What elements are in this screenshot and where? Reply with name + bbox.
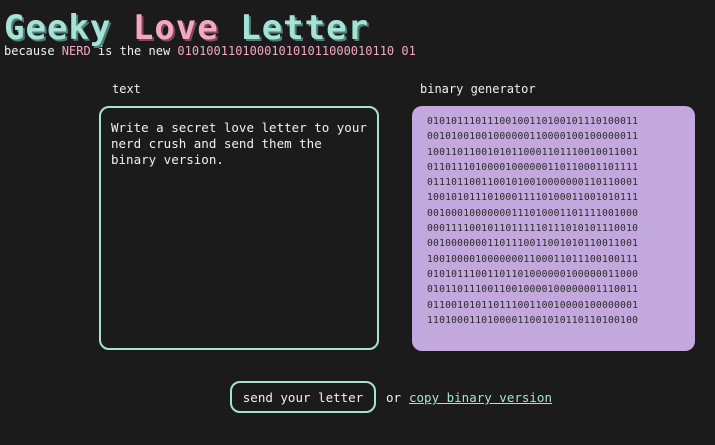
binary-line: 10010000100000001100011011100100111 xyxy=(427,253,639,265)
binary-line: 00101001001000000110000100100000011 xyxy=(427,131,639,143)
binary-line: 01010111001101101000000100000011000 xyxy=(427,268,639,280)
title-word-geeky: Geeky xyxy=(4,8,112,48)
subtitle-mid: is the new xyxy=(90,44,178,58)
binary-line: 00100000001101110011001010110011001 xyxy=(427,238,639,250)
page-title: Geeky Love Letter xyxy=(4,8,369,48)
text-panel-label: text xyxy=(112,82,141,96)
binary-output: 01010111011100100110100101110100011 00101… xyxy=(412,106,695,351)
binary-line: 01010111011100100110100101110100011 xyxy=(427,116,639,127)
binary-line: 10010101110100011110100011001010111 xyxy=(427,192,639,204)
binary-panel-label: binary generator xyxy=(420,82,536,96)
binary-line: 01110110011001010010000000110110001 xyxy=(427,177,639,189)
binary-line: 01100101011011100110010000100000001 xyxy=(427,299,639,311)
binary-line: 01101110100001000000110110001101111 xyxy=(427,161,639,173)
title-word-love: Love xyxy=(132,8,219,48)
subtitle: because NERD is the new 0101001101000101… xyxy=(4,44,416,58)
title-word-letter: Letter xyxy=(240,8,370,48)
binary-line: 00011110010110111110111010101110010 xyxy=(427,223,639,235)
binary-line: 01011011100110010000100000001110011 xyxy=(427,284,639,296)
binary-line: 11010001101000011001010110110100100 xyxy=(427,314,639,326)
copy-binary-link[interactable]: copy binary version xyxy=(409,390,552,405)
binary-line: 10011011001010110001101110010011001 xyxy=(427,146,639,158)
binary-line: 00100010000000111010001101111001000 xyxy=(427,207,639,219)
send-letter-button[interactable]: send your letter xyxy=(230,381,376,413)
subtitle-pre: because xyxy=(4,44,62,58)
or-text: or xyxy=(386,390,402,405)
subtitle-highlight: NERD xyxy=(61,44,91,58)
subtitle-binary: 010100110100010101011000010110 01 xyxy=(177,44,416,58)
love-letter-textarea[interactable]: Write a secret love letter to your nerd … xyxy=(99,106,379,350)
